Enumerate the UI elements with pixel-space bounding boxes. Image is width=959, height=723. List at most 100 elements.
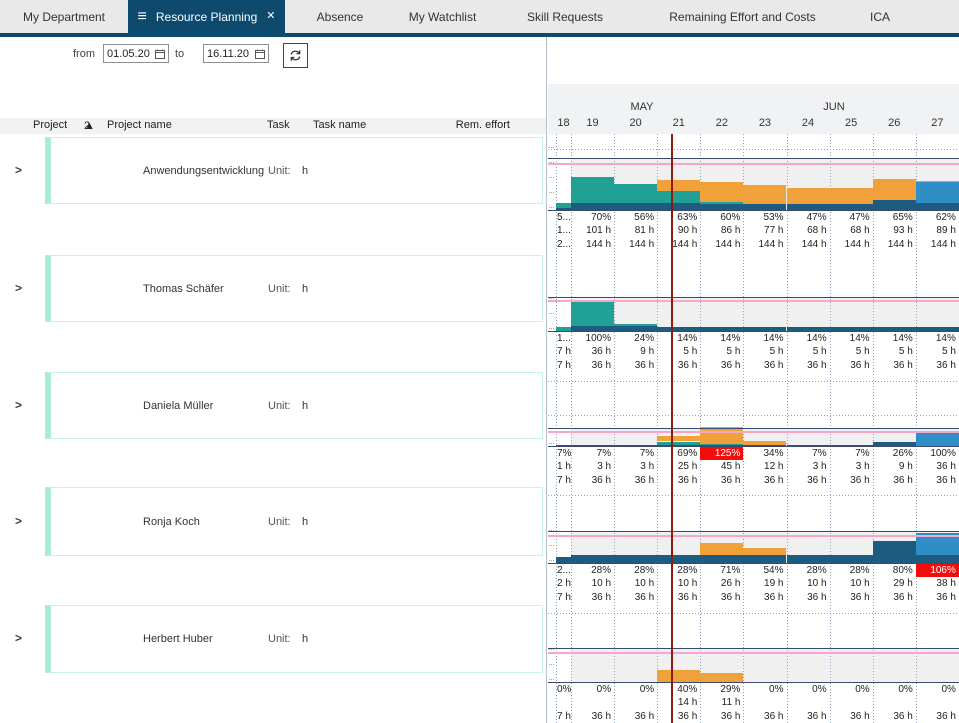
axis-tick	[549, 664, 555, 665]
person-row-card[interactable]: Daniela MüllerUnit:h	[45, 372, 543, 439]
value-cell: 29%	[700, 683, 743, 696]
menu-icon[interactable]: ≡	[138, 9, 147, 25]
week-label: 25	[830, 117, 873, 129]
value-cell: 36 h	[916, 460, 959, 473]
person-row-card[interactable]: Herbert HuberUnit:h	[45, 605, 543, 673]
col-project-name: Project name	[107, 119, 172, 131]
value-cell: 10 h	[830, 577, 873, 590]
tab-skill-requests[interactable]: Skill Requests	[490, 0, 640, 33]
utilization-bar-segment	[657, 442, 700, 446]
value-cell: 7 h	[556, 359, 571, 372]
value-cell: 10 h	[787, 577, 830, 590]
value-cell: 106%	[916, 564, 959, 577]
value-cell: 1...	[556, 332, 571, 345]
to-date-value: 16.11.20	[207, 48, 249, 60]
axis-tick	[549, 313, 555, 314]
value-cell: 14%	[873, 332, 916, 345]
value-cell: 36 h	[787, 591, 830, 604]
tab-ica[interactable]: ICA	[845, 0, 915, 33]
value-cell: 36 h	[571, 359, 614, 372]
h-gridline	[548, 613, 959, 614]
person-row-card[interactable]: Ronja KochUnit:h	[45, 487, 543, 556]
axis-tick	[549, 147, 555, 148]
week-label: 24	[787, 117, 830, 129]
person-row-card[interactable]: AnwendungsentwicklungUnit:h	[45, 137, 543, 204]
unit-label: Unit:	[268, 283, 291, 295]
col-task-name: Task name	[313, 119, 366, 131]
value-cell: 86 h	[700, 224, 743, 237]
value-cell: 70%	[571, 211, 614, 224]
from-date-input[interactable]: 01.05.20	[103, 44, 169, 63]
value-cell: 68 h	[787, 224, 830, 237]
value-cell: 36 h	[873, 359, 916, 372]
utilization-bar-segment	[743, 555, 786, 563]
value-cell: 5 h	[873, 345, 916, 358]
plot-top-line	[548, 297, 959, 298]
value-cell: 45 h	[700, 460, 743, 473]
capacity-line	[548, 535, 959, 537]
expand-chevron-icon[interactable]: >	[15, 514, 22, 528]
tab-my-department[interactable]: My Department	[0, 0, 128, 33]
value-cell: 10 h	[657, 577, 700, 590]
utilization-bar-segment	[743, 548, 786, 555]
expand-chevron-icon[interactable]: >	[15, 281, 22, 295]
value-cell: 7 h	[556, 591, 571, 604]
to-date-input[interactable]: 16.11.20	[203, 44, 269, 63]
person-row-card[interactable]: Thomas SchäferUnit:h	[45, 255, 543, 322]
value-cell: 90 h	[657, 224, 700, 237]
value-cell: 10 h	[614, 577, 657, 590]
value-cell: 24%	[614, 332, 657, 345]
tab-label: My Watchlist	[409, 10, 477, 24]
calendar-icon[interactable]	[155, 49, 165, 59]
plot-top-line	[548, 648, 959, 649]
utilization-bar-segment	[614, 203, 657, 210]
expand-chevron-icon[interactable]: >	[15, 163, 22, 177]
calendar-icon[interactable]	[255, 49, 265, 59]
value-cell: 14%	[743, 332, 786, 345]
h-gridline	[548, 415, 959, 416]
value-cell: 36 h	[657, 591, 700, 604]
value-cell: 36 h	[787, 710, 830, 723]
expand-chevron-icon[interactable]: >	[15, 631, 22, 645]
project-name-label: Anwendungsentwicklung	[143, 165, 264, 177]
value-cell: 36 h	[571, 710, 614, 723]
value-cell: 7 h	[556, 710, 571, 723]
tab-absence[interactable]: Absence	[285, 0, 395, 33]
value-cell: 36 h	[830, 591, 873, 604]
value-cell: 69%	[657, 447, 700, 460]
expand-chevron-icon[interactable]: >	[15, 398, 22, 412]
col-task: Task	[267, 119, 290, 131]
capacity-line	[548, 163, 959, 165]
value-cell: 36 h	[787, 474, 830, 487]
week-label: 21	[657, 117, 700, 129]
unit-value: h	[302, 165, 308, 177]
value-cell: 36 h	[657, 474, 700, 487]
tab-label: Skill Requests	[527, 10, 603, 24]
value-cell: 0%	[614, 683, 657, 696]
capacity-line	[548, 431, 959, 433]
unit-label: Unit:	[268, 633, 291, 645]
value-cell: 5 h	[787, 345, 830, 358]
close-icon[interactable]: ✕	[266, 11, 275, 22]
value-cell: 93 h	[873, 224, 916, 237]
tab-resource-planning[interactable]: ≡ Resource Planning ✕	[128, 0, 285, 33]
value-cell: 125%	[700, 447, 743, 460]
week-label: 22	[700, 117, 743, 129]
project-name-label: Thomas Schäfer	[143, 283, 224, 295]
value-cell: 53%	[743, 211, 786, 224]
tab-my-watchlist[interactable]: My Watchlist	[395, 0, 490, 33]
refresh-button[interactable]	[283, 43, 308, 68]
value-cell: 5 h	[830, 345, 873, 358]
value-cell: 0%	[743, 683, 786, 696]
value-cell: 36 h	[743, 359, 786, 372]
value-cell: 100%	[916, 447, 959, 460]
axis-tick	[549, 679, 555, 680]
week-label: 20	[614, 117, 657, 129]
tab-remaining-effort-and-costs[interactable]: Remaining Effort and Costs	[640, 0, 845, 33]
axis-tick	[549, 328, 555, 329]
value-cell: 5 h	[700, 345, 743, 358]
value-cell: 144 h	[571, 238, 614, 251]
value-cell	[556, 696, 571, 709]
value-cell: 36 h	[916, 474, 959, 487]
value-cell: 36 h	[916, 591, 959, 604]
